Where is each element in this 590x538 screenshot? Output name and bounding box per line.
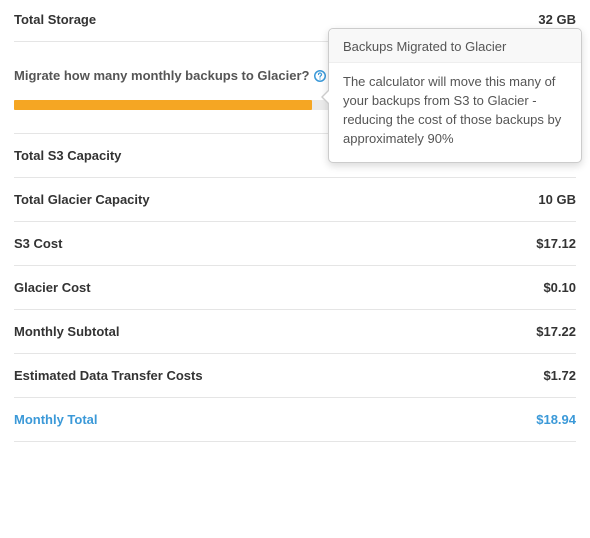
slider-fill bbox=[14, 100, 312, 110]
value-transfer: $1.72 bbox=[543, 368, 576, 383]
tooltip: Backups Migrated to Glacier The calculat… bbox=[328, 28, 582, 163]
label-glacier-cost: Glacier Cost bbox=[14, 280, 91, 295]
value-s3-cost: $17.12 bbox=[536, 236, 576, 251]
value-monthly-total: $18.94 bbox=[536, 412, 576, 427]
value-glacier-capacity: 10 GB bbox=[538, 192, 576, 207]
help-icon[interactable] bbox=[313, 69, 327, 83]
row-subtotal: Monthly Subtotal $17.22 bbox=[14, 310, 576, 354]
label-total-storage: Total Storage bbox=[14, 12, 96, 27]
label-monthly-total: Monthly Total bbox=[14, 412, 98, 427]
label-s3-capacity: Total S3 Capacity bbox=[14, 148, 121, 163]
value-total-storage: 32 GB bbox=[538, 12, 576, 27]
slider-label: Migrate how many monthly backups to Glac… bbox=[14, 68, 309, 83]
value-subtotal: $17.22 bbox=[536, 324, 576, 339]
label-subtotal: Monthly Subtotal bbox=[14, 324, 119, 339]
tooltip-body: The calculator will move this many of yo… bbox=[329, 63, 581, 162]
row-transfer: Estimated Data Transfer Costs $1.72 bbox=[14, 354, 576, 398]
row-glacier-cost: Glacier Cost $0.10 bbox=[14, 266, 576, 310]
label-glacier-capacity: Total Glacier Capacity bbox=[14, 192, 150, 207]
row-monthly-total: Monthly Total $18.94 bbox=[14, 398, 576, 442]
value-glacier-cost: $0.10 bbox=[543, 280, 576, 295]
label-s3-cost: S3 Cost bbox=[14, 236, 62, 251]
tooltip-title: Backups Migrated to Glacier bbox=[329, 29, 581, 63]
label-transfer: Estimated Data Transfer Costs bbox=[14, 368, 203, 383]
row-s3-cost: S3 Cost $17.12 bbox=[14, 222, 576, 266]
row-glacier-capacity: Total Glacier Capacity 10 GB bbox=[14, 178, 576, 222]
